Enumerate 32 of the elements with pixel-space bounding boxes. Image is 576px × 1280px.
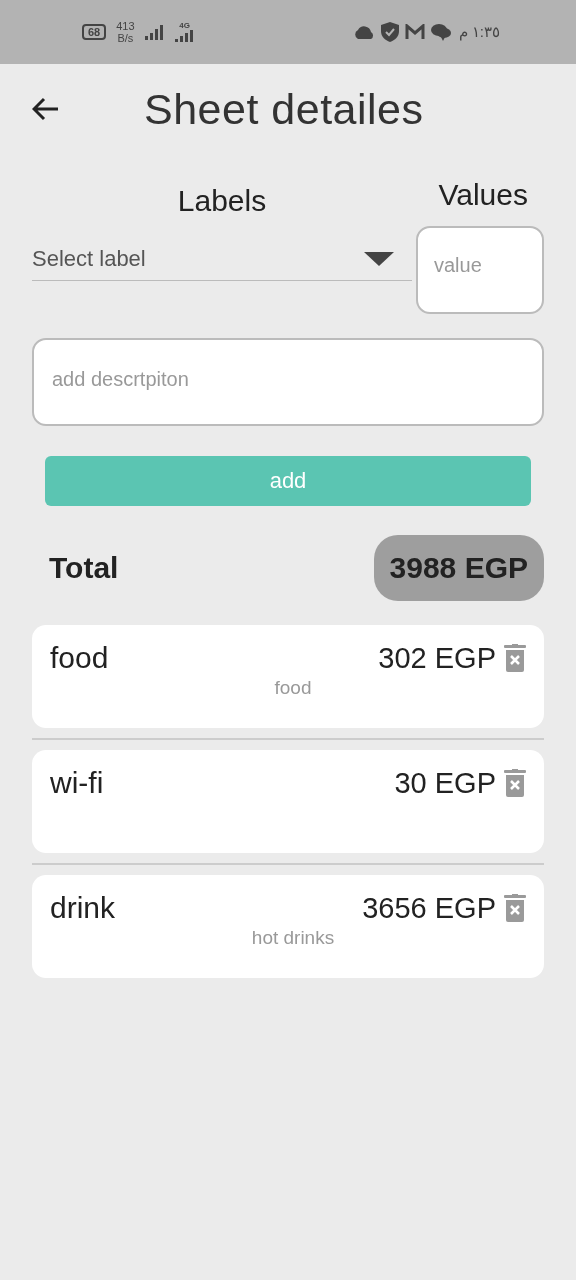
battery-indicator: 68 — [82, 24, 107, 40]
description-field[interactable]: add descrtpiton — [32, 338, 544, 426]
entry-amount: 302 EGP — [378, 641, 496, 675]
speed-unit: B/s — [117, 32, 134, 44]
entry-amount: 30 EGP — [394, 766, 496, 800]
delete-icon[interactable] — [504, 644, 526, 672]
delete-icon[interactable] — [504, 769, 526, 797]
entry-description: hot drinks — [251, 927, 335, 949]
clock: ١:٣٥ م — [458, 23, 500, 41]
back-arrow-icon[interactable] — [32, 97, 60, 121]
entry-name: food — [50, 641, 110, 675]
entry-amount: 3656 EGP — [362, 891, 496, 925]
chat-icon — [430, 23, 451, 41]
mail-icon — [404, 24, 425, 40]
entry-description: food — [274, 677, 312, 699]
labels-heading: Labels — [176, 184, 268, 218]
cloud-icon — [352, 25, 375, 39]
page-title: Sheet detailes — [144, 84, 424, 134]
total-label: Total — [49, 551, 119, 585]
entry-name: wi-fi — [50, 766, 105, 800]
shield-icon — [380, 22, 399, 42]
total-amount: 3988 EGP — [373, 535, 544, 601]
value-field[interactable]: value — [416, 226, 544, 314]
delete-icon[interactable] — [504, 894, 526, 922]
entry-name: drink — [50, 891, 117, 925]
network-type: 4G — [179, 22, 190, 30]
label-dropdown[interactable]: Select label — [32, 240, 412, 281]
signal-icon — [144, 24, 165, 40]
signal-icon — [174, 30, 195, 42]
dropdown-caret-icon — [364, 252, 394, 266]
values-heading: Values — [438, 178, 528, 212]
network-speed: 413 — [116, 20, 135, 32]
